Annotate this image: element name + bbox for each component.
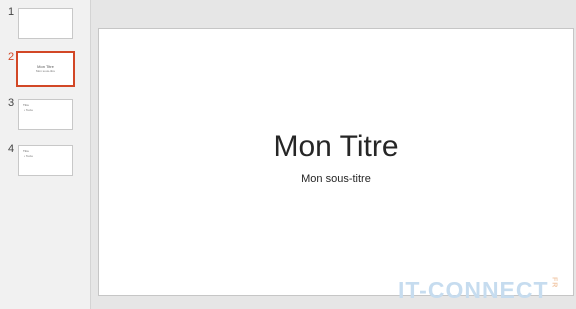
mini-slide-subtitle: Mon sous-titre xyxy=(35,69,55,73)
slide-thumbnail-2[interactable]: 2 Mon Titre Mon sous-titre xyxy=(0,51,90,87)
mini-slide-title: Titre xyxy=(23,149,29,153)
mini-slide-title: Titre xyxy=(23,103,29,107)
slide-number: 4 xyxy=(8,143,15,155)
mini-slide-bullet: • Texte xyxy=(24,108,33,112)
slide-title[interactable]: Mon Titre xyxy=(99,130,573,164)
slide-thumbnail-preview[interactable] xyxy=(18,8,73,39)
slide-canvas[interactable]: Mon Titre Mon sous-titre xyxy=(98,28,574,296)
slide-number: 2 xyxy=(8,51,15,63)
watermark-logo: IT-CONNECT FR xyxy=(398,277,558,303)
slide-thumbnail-pane[interactable]: 1 2 Mon Titre Mon sous-titre 3 Titre • T… xyxy=(0,0,91,309)
slide-number: 1 xyxy=(8,6,15,18)
watermark-text: IT-CONNECT xyxy=(398,277,549,303)
slide-thumbnail-preview[interactable]: Titre • Texte xyxy=(18,99,73,130)
slide-number: 3 xyxy=(8,97,15,109)
slide-editor-area: Mon Titre Mon sous-titre xyxy=(91,0,576,309)
mini-slide-bullet: • Texte xyxy=(24,154,33,158)
slide-thumbnail-3[interactable]: 3 Titre • Texte xyxy=(0,97,90,133)
slide-thumbnail-1[interactable]: 1 xyxy=(0,6,90,42)
watermark-suffix: FR xyxy=(550,277,558,289)
slide-subtitle[interactable]: Mon sous-titre xyxy=(99,172,573,186)
slide-thumbnail-preview[interactable]: Titre • Texte xyxy=(18,145,73,176)
slide-thumbnail-4[interactable]: 4 Titre • Texte xyxy=(0,143,90,179)
presentation-window: 1 2 Mon Titre Mon sous-titre 3 Titre • T… xyxy=(0,0,576,309)
slide-thumbnail-preview-selected[interactable]: Mon Titre Mon sous-titre xyxy=(16,51,75,87)
